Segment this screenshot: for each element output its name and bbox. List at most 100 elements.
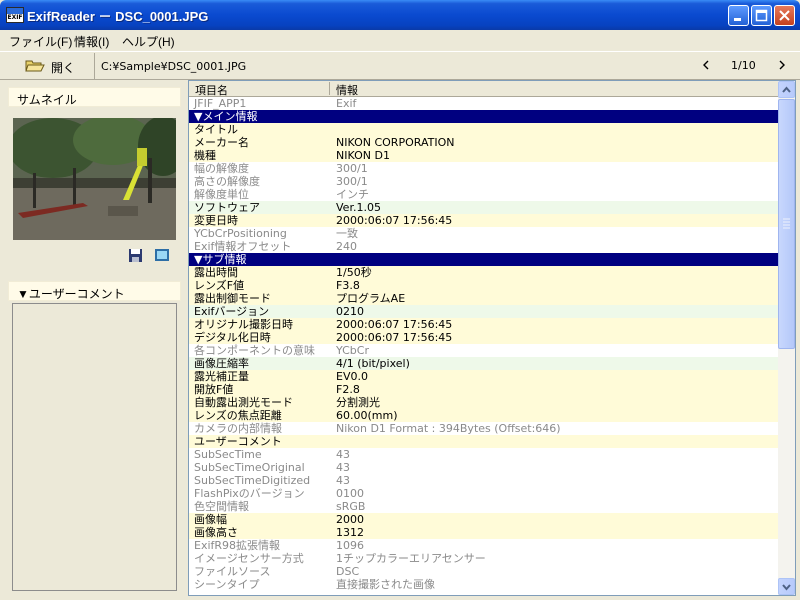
table-row[interactable]: SubSecTimeDigitized 43: [189, 474, 778, 487]
table-row[interactable]: 露光補正量 EV0.0: [189, 370, 778, 383]
table-row[interactable]: SubSecTimeOriginal 43: [189, 461, 778, 474]
table-row[interactable]: SubSecTime 43: [189, 448, 778, 461]
item-name-cell: ユーザーコメント: [194, 435, 282, 448]
minimize-icon: [734, 18, 741, 21]
table-row[interactable]: 画像幅 2000: [189, 513, 778, 526]
table-row[interactable]: カメラの内部情報 Nikon D1 Format : 394Bytes (Offs…: [189, 422, 778, 435]
table-row[interactable]: ソフトウェア Ver.1.05: [189, 201, 778, 214]
menu-help[interactable]: ヘルプ(H): [122, 33, 175, 50]
item-name-cell: 画像圧縮率: [194, 357, 249, 370]
window-title: ExifReader － DSC_0001.JPG: [27, 9, 209, 24]
table-row[interactable]: YCbCrPositioning 一致: [189, 227, 778, 240]
scroll-up-button[interactable]: [778, 81, 795, 98]
item-value-cell: NIKON CORPORATION: [336, 136, 455, 149]
item-value-cell: 0210: [336, 305, 364, 318]
item-value-cell: 1/50秒: [336, 266, 372, 279]
item-value-cell: Exif: [336, 97, 357, 110]
item-name-cell: 色空間情報: [194, 500, 249, 513]
table-row[interactable]: タイトル: [189, 123, 778, 136]
column-header-item[interactable]: 項目名: [195, 82, 228, 98]
table-row[interactable]: イメージセンサー方式 1チップカラーエリアセンサー: [189, 552, 778, 565]
table-row[interactable]: 変更日時 2000:06:07 17:56:45: [189, 214, 778, 227]
item-value-cell: 2000:06:07 17:56:45: [336, 318, 453, 331]
table-row[interactable]: デジタル化日時 2000:06:07 17:56:45: [189, 331, 778, 344]
item-value-cell: 一致: [336, 227, 358, 240]
table-row[interactable]: 露出制御モード プログラムAE: [189, 292, 778, 305]
table-row[interactable]: 幅の解像度 300/1: [189, 162, 778, 175]
toolbar: 開く C:¥Sample¥DSC_0001.JPG 1/10: [0, 51, 800, 80]
table-row[interactable]: 高さの解像度 300/1: [189, 175, 778, 188]
table-row[interactable]: 開放F値 F2.8: [189, 383, 778, 396]
table-row[interactable]: 画像圧縮率 4/1 (bit/pixel): [189, 357, 778, 370]
title-bar[interactable]: EXIF ExifReader － DSC_0001.JPG: [0, 0, 800, 30]
item-value-cell: 2000:06:07 17:56:45: [336, 331, 453, 344]
table-row[interactable]: JFIF_APP1 Exif: [189, 97, 778, 110]
item-value-cell: 0100: [336, 487, 364, 500]
table-row[interactable]: 画像高さ 1312: [189, 526, 778, 539]
user-comment-header: ▼ユーザーコメント: [8, 281, 181, 301]
item-value-cell: F3.8: [336, 279, 360, 292]
item-value-cell: F2.8: [336, 383, 360, 396]
table-row[interactable]: 解像度単位 インチ: [189, 188, 778, 201]
minimize-button[interactable]: [728, 5, 749, 26]
item-name-cell: シーンタイプ: [194, 578, 260, 591]
item-name-cell: 露出制御モード: [194, 292, 271, 305]
item-name-cell: 画像幅: [194, 513, 227, 526]
scroll-down-button[interactable]: [778, 578, 795, 595]
next-image-button[interactable]: [776, 58, 788, 72]
table-row[interactable]: 機種 NIKON D1: [189, 149, 778, 162]
table-row[interactable]: Exifバージョン 0210: [189, 305, 778, 318]
app-icon: EXIF: [6, 7, 24, 23]
item-value-cell: DSC: [336, 565, 360, 578]
item-name-cell: JFIF_APP1: [194, 97, 247, 110]
app-window: EXIF ExifReader － DSC_0001.JPG ファイル(F) 情…: [0, 0, 800, 600]
table-row[interactable]: 自動露出測光モード 分割測光: [189, 396, 778, 409]
menu-info[interactable]: 情報(I): [74, 33, 109, 50]
section-header-row[interactable]: ▼メイン情報: [189, 110, 778, 123]
section-header-row[interactable]: ▼サブ情報: [189, 253, 778, 266]
thumbnail-header-label: サムネイル: [17, 93, 77, 107]
table-row[interactable]: 露出時間 1/50秒: [189, 266, 778, 279]
item-name-cell: ファイルソース: [194, 565, 271, 578]
maximize-button[interactable]: [751, 5, 772, 26]
item-value-cell: 分割測光: [336, 396, 380, 409]
item-name-cell: 画像高さ: [194, 526, 238, 539]
table-row[interactable]: シーンタイプ 直接撮影された画像: [189, 578, 778, 591]
table-row[interactable]: レンズの焦点距離 60.00(mm): [189, 409, 778, 422]
item-name-cell: 解像度単位: [194, 188, 249, 201]
table-row[interactable]: オリジナル撮影日時 2000:06:07 17:56:45: [189, 318, 778, 331]
table-header: 項目名 情報: [189, 81, 778, 97]
table-row[interactable]: 各コンポーネントの意味 YCbCr: [189, 344, 778, 357]
item-name-cell: Exifバージョン: [194, 305, 270, 318]
save-icon[interactable]: [128, 248, 143, 263]
close-button[interactable]: [774, 5, 795, 26]
table-row[interactable]: FlashPixのバージョン 0100: [189, 487, 778, 500]
menu-file[interactable]: ファイル(F): [9, 33, 72, 50]
column-header-info[interactable]: 情報: [336, 82, 358, 98]
item-name-cell: ソフトウェア: [194, 201, 260, 214]
item-name-cell: 高さの解像度: [194, 175, 260, 188]
menu-bar: ファイル(F) 情報(I) ヘルプ(H): [0, 30, 800, 50]
table-row[interactable]: Exif情報オフセット 240: [189, 240, 778, 253]
item-value-cell: YCbCr: [336, 344, 369, 357]
left-pane: サムネイル ▼ユーザーコメント: [8, 85, 188, 595]
item-name-cell: デジタル化日時: [194, 331, 271, 344]
column-divider[interactable]: [329, 82, 330, 95]
item-name-cell: ▼サブ情報: [194, 253, 247, 266]
item-value-cell: Ver.1.05: [336, 201, 381, 214]
vertical-scrollbar[interactable]: [778, 81, 795, 595]
item-name-cell: YCbCrPositioning: [194, 227, 287, 240]
table-row[interactable]: 色空間情報 sRGB: [189, 500, 778, 513]
scroll-thumb[interactable]: [778, 99, 795, 349]
table-row[interactable]: ファイルソース DSC: [189, 565, 778, 578]
page-indicator: 1/10: [731, 59, 756, 72]
chevron-up-icon: [782, 86, 791, 93]
item-name-cell: メーカー名: [194, 136, 249, 149]
table-row[interactable]: メーカー名 NIKON CORPORATION: [189, 136, 778, 149]
table-row[interactable]: レンズF値 F3.8: [189, 279, 778, 292]
user-comment-box[interactable]: [12, 303, 177, 591]
view-image-icon[interactable]: [154, 248, 170, 263]
table-row[interactable]: ユーザーコメント: [189, 435, 778, 448]
table-row[interactable]: ExifR98拡張情報 1096: [189, 539, 778, 552]
previous-image-button[interactable]: [700, 58, 712, 72]
